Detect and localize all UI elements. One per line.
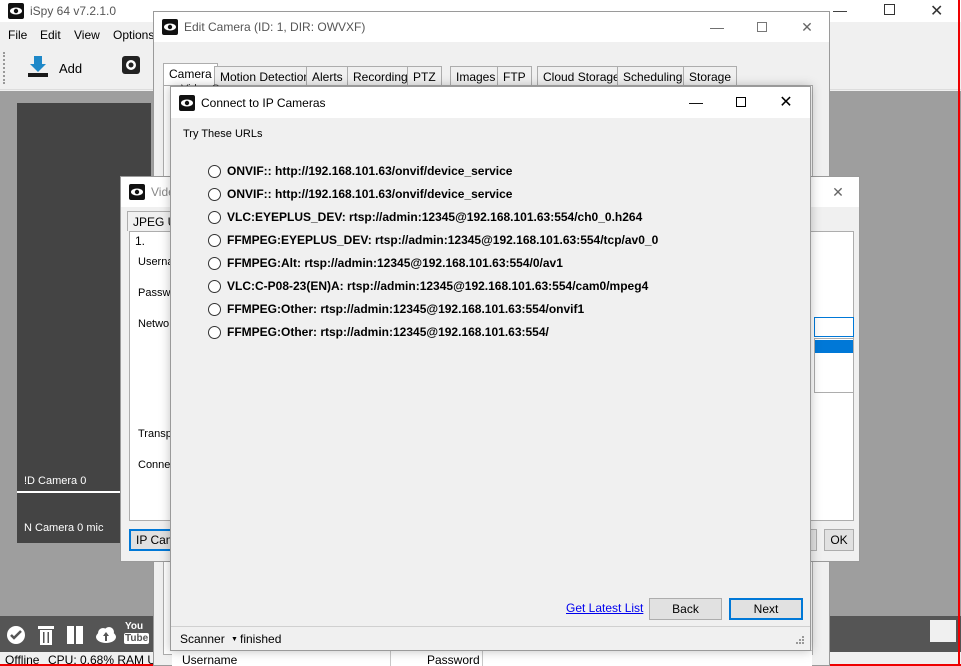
grid-header-password: Password (427, 653, 480, 666)
edit-camera-titlebar: Edit Camera (ID: 1, DIR: OWVXF) — ✕ (154, 12, 829, 42)
trash-icon[interactable] (37, 624, 55, 646)
main-resize-grip[interactable] (930, 620, 956, 642)
connect-dialog-eye-icon (179, 95, 195, 111)
url-option-row[interactable]: ONVIF:: http://192.168.101.63/onvif/devi… (208, 162, 512, 180)
url-option-label: ONVIF:: http://192.168.101.63/onvif/devi… (227, 164, 513, 178)
tab-cloud-storage[interactable]: Cloud Storage (537, 66, 626, 85)
scanner-dropdown[interactable]: Scanner ▼ (180, 632, 238, 646)
field-username-label: Userna (138, 256, 174, 268)
connect-dialog-close-button[interactable]: ✕ (763, 87, 809, 117)
url-option-row[interactable]: FFMPEG:EYEPLUS_DEV: rtsp://admin:12345@1… (208, 231, 658, 249)
url-radio-button[interactable] (208, 279, 221, 293)
edit-camera-close-button[interactable]: ✕ (784, 12, 830, 42)
main-maximize-button[interactable] (884, 4, 895, 15)
add-button[interactable]: Add (26, 52, 86, 84)
camera-icon[interactable] (122, 56, 140, 74)
connect-dialog-titlebar: Connect to IP Cameras — ✕ (171, 87, 810, 118)
scanner-dropdown-label: Scanner (180, 632, 225, 646)
url-option-label: VLC:EYEPLUS_DEV: rtsp://admin:12345@192.… (227, 210, 643, 224)
url-option-row[interactable]: FFMPEG:Alt: rtsp://admin:12345@192.168.1… (208, 254, 563, 272)
url-list-box[interactable] (814, 338, 854, 393)
edit-camera-maximize-button[interactable] (739, 12, 785, 42)
tab-recording[interactable]: Recording (347, 66, 414, 85)
youtube-icon[interactable]: You Tube (124, 621, 150, 649)
youtube-tube-label: Tube (124, 633, 150, 644)
url-option-label: FFMPEG:EYEPLUS_DEV: rtsp://admin:12345@1… (227, 233, 659, 247)
url-radio-button[interactable] (208, 210, 221, 224)
url-option-row[interactable]: ONVIF:: http://192.168.101.63/onvif/devi… (208, 185, 512, 203)
check-icon[interactable] (6, 625, 26, 645)
tab-images[interactable]: Images (450, 66, 502, 85)
url-option-row[interactable]: VLC:EYEPLUS_DEV: rtsp://admin:12345@192.… (208, 208, 642, 226)
red-frame-border (958, 0, 960, 666)
url-radio-button[interactable] (208, 233, 221, 247)
edit-camera-eye-icon (162, 19, 178, 35)
url-list-selected-item[interactable] (815, 340, 853, 353)
edit-camera-title: Edit Camera (ID: 1, DIR: OWVXF) (184, 20, 366, 34)
url-radio-button[interactable] (208, 187, 221, 201)
tab-alerts[interactable]: Alerts (306, 66, 349, 85)
grid-header-divider-1 (390, 651, 391, 666)
connect-dialog-statusbar: Scanner ▼ finished (171, 626, 810, 650)
video-source-close-button[interactable]: ✕ (815, 177, 861, 207)
book-icon[interactable] (66, 625, 84, 645)
cloud-upload-icon[interactable] (95, 626, 117, 644)
connect-dialog: Connect to IP Cameras — ✕ Try These URLs… (170, 86, 811, 651)
menu-view[interactable]: View (74, 28, 100, 42)
microphone-tile-label: N Camera 0 mic (24, 522, 104, 534)
camera-tile-label: !D Camera 0 (24, 475, 87, 487)
back-button[interactable]: Back (649, 598, 722, 620)
url-option-row[interactable]: FFMPEG:Other: rtsp://admin:12345@192.168… (208, 300, 584, 318)
tab-ftp[interactable]: FTP (497, 66, 532, 85)
field-network-label: Netwo (138, 318, 170, 330)
download-icon (28, 56, 48, 77)
url-option-label: FFMPEG:Alt: rtsp://admin:12345@192.168.1… (227, 256, 563, 270)
step-number: 1. (135, 234, 146, 248)
grid-header-username: Username (182, 653, 238, 666)
try-urls-heading: Try These URLs (183, 128, 263, 140)
get-latest-list-link[interactable]: Get Latest List (566, 601, 643, 615)
main-close-button[interactable]: ✕ (930, 1, 943, 21)
url-option-label: ONVIF:: http://192.168.101.63/onvif/devi… (227, 187, 513, 201)
resize-grip-icon[interactable] (793, 635, 805, 647)
ok-button-label: OK (830, 533, 848, 547)
tab-ptz[interactable]: PTZ (407, 66, 442, 85)
menu-file[interactable]: File (8, 28, 27, 42)
add-button-label: Add (59, 61, 83, 76)
chevron-down-icon: ▼ (231, 636, 238, 643)
video-source-ok-button[interactable]: OK (824, 529, 854, 551)
credentials-grid-header: Username Password (172, 650, 812, 666)
youtube-you-label: You (125, 621, 144, 632)
url-input-field[interactable] (814, 317, 854, 337)
field-transport-label: Transp (138, 428, 172, 440)
url-radio-button[interactable] (208, 164, 221, 178)
ispy-eye-icon (8, 3, 24, 19)
menu-edit[interactable]: Edit (40, 28, 61, 42)
next-button[interactable]: Next (729, 598, 803, 620)
scanner-status-text: finished (240, 632, 282, 646)
connect-dialog-title: Connect to IP Cameras (201, 96, 326, 110)
url-radio-button[interactable] (208, 302, 221, 316)
connect-dialog-maximize-button[interactable] (718, 87, 764, 117)
url-option-row[interactable]: VLC:C-P08-23(EN)A: rtsp://admin:12345@19… (208, 277, 648, 295)
url-radio-button[interactable] (208, 256, 221, 270)
next-button-label: Next (753, 602, 779, 616)
edit-camera-minimize-button[interactable]: — (694, 12, 740, 42)
connect-dialog-minimize-button[interactable]: — (673, 87, 719, 117)
tab-storage[interactable]: Storage (683, 66, 738, 85)
field-connect-label: Conne (138, 459, 171, 471)
video-source-eye-icon (129, 184, 145, 200)
main-title: iSpy 64 v7.2.1.0 (30, 4, 117, 18)
grid-header-divider-2 (482, 651, 483, 666)
url-option-label: VLC:C-P08-23(EN)A: rtsp://admin:12345@19… (227, 279, 649, 293)
back-button-label: Back (672, 602, 699, 616)
url-option-label: FFMPEG:Other: rtsp://admin:12345@192.168… (227, 325, 549, 339)
url-radio-button[interactable] (208, 325, 221, 339)
tab-scheduling[interactable]: Scheduling (617, 66, 689, 85)
toolbar-grip (3, 52, 6, 84)
main-minimize-button[interactable]: — (833, 2, 847, 18)
menu-options[interactable]: Options (113, 28, 154, 42)
url-option-label: FFMPEG:Other: rtsp://admin:12345@192.168… (227, 302, 585, 316)
url-option-row[interactable]: FFMPEG:Other: rtsp://admin:12345@192.168… (208, 323, 549, 341)
